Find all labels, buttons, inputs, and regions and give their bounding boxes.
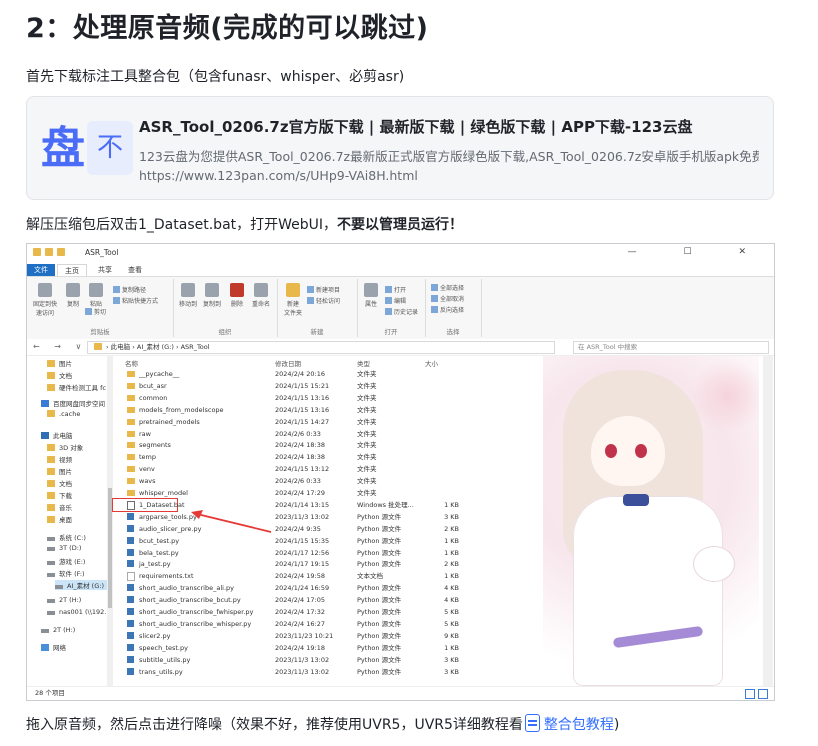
123pan-logo-secondary-icon: 不 [87, 121, 133, 175]
explorer-screenshot: ASR_Tool — ☐ ✕ 文件 主页 共享 查看 固定到快 速访问 复制 粘… [26, 243, 775, 701]
page-heading: 2：处理原音频(完成的可以跳过) [26, 13, 429, 44]
denoise-suffix: ) [613, 717, 620, 733]
card-thumbnail: 盘 不 [41, 119, 133, 177]
denoise-text: 拖入原音频，然后点击进行降噪（效果不好，推荐使用UVR5，UVR5详细教程看 [26, 717, 523, 733]
intro-paragraph: 首先下载标注工具整合包（包含funasr、whisper、必剪asr) [26, 69, 405, 85]
card-description: 123云盘为您提供ASR_Tool_0206.7z最新版正式版官方版绿色版下载,… [139, 149, 759, 164]
denoise-paragraph: 拖入原音频，然后点击进行降噪（效果不好，推荐使用UVR5，UVR5详细教程看 整合… [26, 714, 619, 734]
tutorial-link[interactable]: 整合包教程 [544, 717, 614, 733]
arrow-line [196, 513, 272, 533]
warning-text: 不要以管理员运行！ [337, 217, 464, 233]
card-title[interactable]: ASR_Tool_0206.7z官方版下载 | 最新版下载 | 绿色版下载 | … [139, 116, 692, 137]
unzip-paragraph: 解压压缩包后双击1_Dataset.bat，打开WebUI，不要以管理员运行！ [26, 214, 463, 234]
red-arrow-annotation [191, 510, 272, 533]
document-icon [524, 714, 540, 732]
card-url[interactable]: https://www.123pan.com/s/UHp9-VAi8H.html [139, 168, 418, 183]
123pan-logo-icon: 盘 [41, 123, 85, 174]
unzip-text: 解压压缩包后双击1_Dataset.bat，打开WebUI， [26, 217, 338, 233]
link-card[interactable]: 盘 不 ASR_Tool_0206.7z官方版下载 | 最新版下载 | 绿色版下… [26, 96, 774, 200]
